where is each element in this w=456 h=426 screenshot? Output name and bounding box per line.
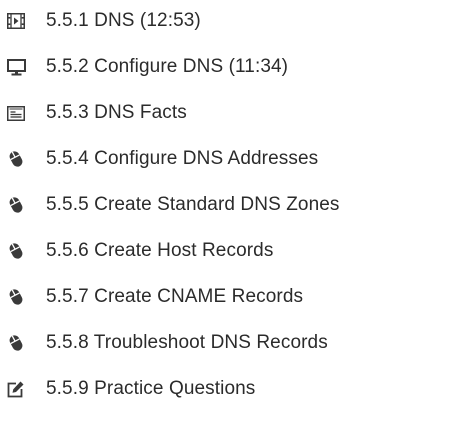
video-icon (6, 11, 26, 31)
mouse-icon (6, 149, 26, 169)
lesson-item-lab[interactable]: 5.5.7 Create CNAME Records (0, 277, 303, 317)
lesson-label: 5.5.2 Configure DNS (11:34) (46, 56, 289, 77)
lesson-label: 5.5.5 Create Standard DNS Zones (46, 194, 340, 215)
lesson-label: 5.5.9 Practice Questions (46, 378, 256, 399)
lesson-item-lab[interactable]: 5.5.4 Configure DNS Addresses (0, 139, 318, 179)
lesson-label: 5.5.6 Create Host Records (46, 240, 274, 261)
lesson-item-facts[interactable]: 5.5.3 DNS Facts (0, 93, 187, 133)
lesson-item-video[interactable]: 5.5.1 DNS (12:53) (0, 1, 201, 41)
lesson-item-demo[interactable]: 5.5.2 Configure DNS (11:34) (0, 47, 288, 87)
lesson-item-lab[interactable]: 5.5.5 Create Standard DNS Zones (0, 185, 340, 225)
edit-icon (6, 379, 26, 399)
mouse-icon (6, 241, 26, 261)
text-document-icon (6, 103, 26, 123)
mouse-icon (6, 195, 26, 215)
lesson-item-quiz[interactable]: 5.5.9 Practice Questions (0, 369, 255, 409)
lesson-label: 5.5.3 DNS Facts (46, 102, 187, 123)
lesson-label: 5.5.7 Create CNAME Records (46, 286, 304, 307)
lesson-label: 5.5.1 DNS (12:53) (46, 10, 201, 31)
lesson-item-lab[interactable]: 5.5.6 Create Host Records (0, 231, 273, 271)
lesson-item-lab[interactable]: 5.5.8 Troubleshoot DNS Records (0, 323, 328, 363)
mouse-icon (6, 287, 26, 307)
mouse-icon (6, 333, 26, 353)
lesson-label: 5.5.8 Troubleshoot DNS Records (46, 332, 328, 353)
monitor-icon (6, 57, 26, 77)
lesson-label: 5.5.4 Configure DNS Addresses (46, 148, 319, 169)
